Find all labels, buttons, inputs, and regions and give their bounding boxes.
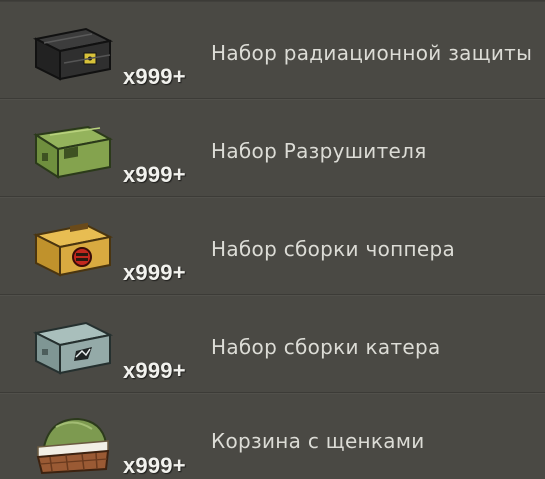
list-item[interactable]: x999+ Набор сборки катера [0, 294, 545, 393]
list-item[interactable]: x999+ Корзина с щенками [0, 392, 545, 478]
radiation-crate-icon [30, 23, 114, 85]
quantity-badge: x999+ [123, 453, 186, 478]
quantity-badge: x999+ [123, 162, 186, 187]
item-name: Набор сборки чоппера [211, 237, 456, 261]
item-name: Набор радиационной защиты [211, 41, 533, 65]
list-item[interactable]: x999+ Набор сборки чоппера [0, 196, 545, 295]
puppy-basket-icon [30, 413, 114, 475]
blue-boat-crate-icon [30, 317, 114, 379]
yellow-chopper-crate-icon [30, 219, 114, 281]
item-name: Набор Разрушителя [211, 139, 427, 163]
list-item[interactable]: x999+ Набор Разрушителя [0, 98, 545, 197]
quantity-badge: x999+ [123, 64, 186, 89]
quantity-badge: x999+ [123, 358, 186, 383]
quantity-badge: x999+ [123, 260, 186, 285]
item-name: Набор сборки катера [211, 335, 441, 359]
list-item[interactable]: x999+ Набор радиационной защиты [0, 0, 545, 99]
green-ammo-crate-icon [30, 121, 114, 183]
item-name: Корзина с щенками [211, 429, 425, 453]
item-list: x999+ Набор Разрушителя x999+ Набор сбор… [0, 0, 545, 478]
